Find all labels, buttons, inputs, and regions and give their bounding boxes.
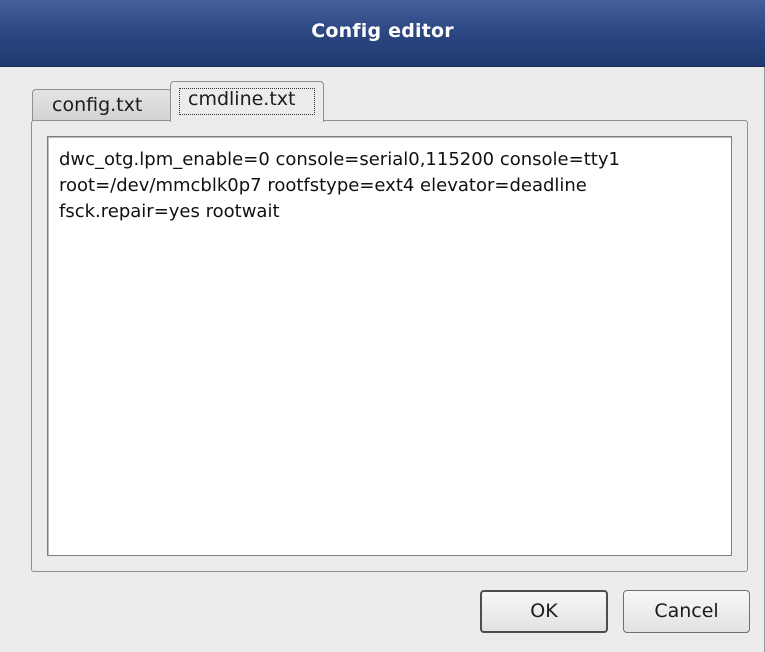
editor-line-2: root=/dev/mmcblk0p7 rootfstype=ext4 elev… bbox=[59, 175, 587, 196]
tab-label-config-txt: config.txt bbox=[52, 94, 143, 116]
tab-config-txt[interactable]: config.txt bbox=[32, 89, 172, 121]
ok-button[interactable]: OK bbox=[480, 590, 608, 633]
tab-cmdline-txt[interactable]: cmdline.txt bbox=[170, 81, 324, 122]
cmdline-text-editor[interactable]: dwc_otg.lpm_enable=0 console=serial0,115… bbox=[47, 136, 732, 556]
window-title: Config editor bbox=[311, 20, 454, 42]
title-bar[interactable]: Config editor bbox=[0, 0, 765, 67]
editor-line-3: fsck.repair=yes rootwait bbox=[59, 201, 280, 222]
cancel-button[interactable]: Cancel bbox=[623, 590, 750, 633]
tab-label-cmdline-txt: cmdline.txt bbox=[188, 88, 296, 110]
config-editor-dialog: Config editor config.txt cmdline.txt dwc… bbox=[0, 0, 765, 652]
editor-line-1: dwc_otg.lpm_enable=0 console=serial0,115… bbox=[59, 149, 620, 170]
